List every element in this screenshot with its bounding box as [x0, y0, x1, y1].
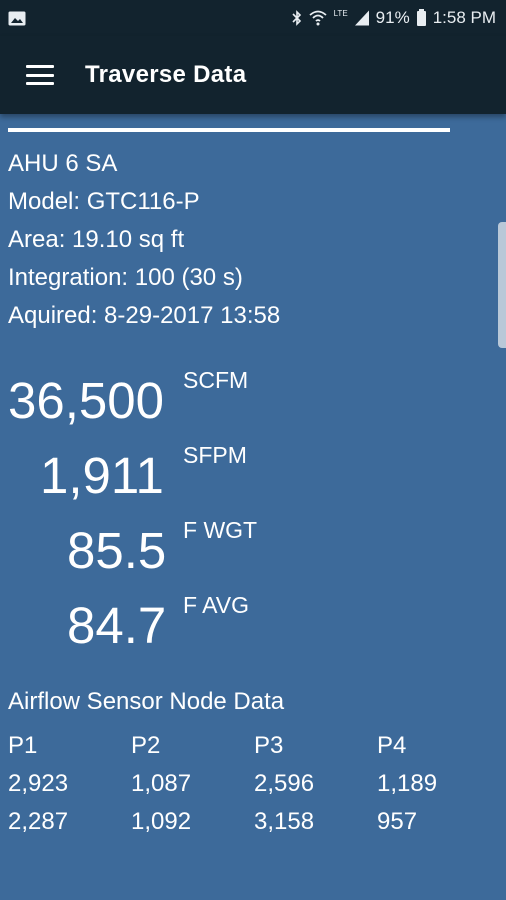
avg-unit: F AVG: [183, 592, 250, 618]
scfm-value: 36,500: [8, 372, 164, 429]
clock: 1:58 PM: [432, 8, 496, 27]
cell-p3: 3,158: [254, 808, 315, 835]
cell-p1: 2,287: [8, 808, 69, 835]
unit-name: AHU 6 SA: [8, 150, 118, 177]
battery-icon: [416, 8, 426, 26]
app-bar: Traverse Data: [0, 36, 506, 114]
area-text: Area: 19.10 sq ft: [8, 226, 185, 253]
scfm-unit: SCFM: [183, 367, 249, 393]
avg-value: 84.7: [67, 597, 167, 654]
integration-text: Integration: 100 (30 s): [8, 264, 243, 291]
header-p2: P2: [131, 732, 161, 759]
acquired-text: Aquired: 8-29-2017 13:58: [8, 302, 281, 329]
header-p3: P3: [254, 732, 284, 759]
bluetooth-icon: [292, 10, 301, 26]
cell-p3: 2,596: [254, 770, 315, 797]
traverse-info: AHU 6 SA Model: GTC116-P Area: 19.10 sq …: [8, 145, 280, 335]
cell-p4: 957: [377, 808, 418, 835]
wgt-value: 85.5: [67, 522, 167, 579]
cell-p2: 1,092: [131, 808, 192, 835]
cell-p2: 1,087: [131, 770, 192, 797]
lte-signal-icon: LTE: [333, 8, 348, 18]
image-icon: [8, 11, 26, 25]
cell-p1: 2,923: [8, 770, 69, 797]
table-row: 2,287 1,092 3,158 957: [8, 808, 500, 836]
sfpm-unit: SFPM: [183, 442, 247, 468]
menu-icon[interactable]: [26, 65, 54, 85]
wgt-unit: F WGT: [183, 517, 258, 543]
signal-icon: [354, 10, 369, 26]
status-bar: LTE 91% 1:58 PM: [0, 0, 506, 36]
cell-p4: 1,189: [377, 770, 438, 797]
table-row: 2,923 1,087 2,596 1,189: [8, 770, 500, 798]
sfpm-value: 1,911: [40, 447, 164, 504]
sensor-header-row: P1 P2 P3 P4: [8, 732, 500, 760]
divider: [8, 128, 450, 132]
header-p1: P1: [8, 732, 38, 759]
wifi-icon: [308, 10, 327, 26]
sensor-node-title: Airflow Sensor Node Data: [8, 688, 285, 715]
battery-percent: 91%: [375, 8, 410, 27]
page-title: Traverse Data: [85, 61, 247, 88]
model-text: Model: GTC116-P: [8, 188, 200, 215]
scrollbar[interactable]: [498, 222, 506, 348]
header-p4: P4: [377, 732, 407, 759]
